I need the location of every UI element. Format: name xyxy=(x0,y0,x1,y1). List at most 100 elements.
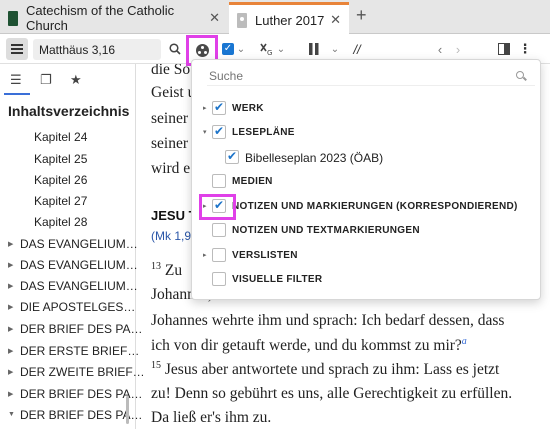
expand-arrow-icon[interactable]: ▶ xyxy=(8,390,13,398)
close-icon[interactable]: ✕ xyxy=(209,10,220,26)
chevron-down-icon[interactable]: ⌄ xyxy=(276,38,286,60)
checkbox-filter-button[interactable]: ✓ xyxy=(220,38,236,60)
text-line: ich von dir getauft werde, und du kommst… xyxy=(151,336,467,355)
more-options-icon[interactable]: ⋮ xyxy=(519,38,532,60)
text-line: wird e xyxy=(151,160,191,177)
section-heading: JESU T xyxy=(151,208,197,223)
collapse-arrow-icon[interactable]: ▼ xyxy=(8,411,15,418)
tab-luther-2017[interactable]: Luther 2017 ✕ xyxy=(229,2,349,35)
filter-search-input[interactable] xyxy=(207,67,535,86)
menu-button[interactable] xyxy=(6,38,28,60)
text-line: Da ließ er's ihm zu. xyxy=(151,409,272,426)
highlight-marker xyxy=(199,194,236,220)
parallel-reference-link[interactable]: (Mk 1,9 xyxy=(151,229,191,243)
toc-title: Inhaltsverzeichnis xyxy=(8,103,130,119)
text-line: Geist u xyxy=(151,84,196,101)
copy-tab-icon[interactable]: ❐ xyxy=(40,72,52,88)
filter-label: VERSLISTEN xyxy=(232,250,298,261)
filter-label: Bibelleseplan 2023 (ÖAB) xyxy=(245,151,384,165)
filter-label: VISUELLE FILTER xyxy=(232,274,323,285)
verse-number: 15 xyxy=(151,360,161,371)
checkbox[interactable] xyxy=(212,248,226,262)
checkbox[interactable] xyxy=(212,174,226,188)
tab-catechism[interactable]: Catechism of the Catholic Church ✕ xyxy=(0,2,228,34)
text-line: die So xyxy=(151,64,191,78)
chevron-right-icon[interactable]: › xyxy=(452,38,464,60)
toc-item[interactable]: DAS EVANGELIUM… xyxy=(20,279,138,293)
footnote-marker[interactable]: a xyxy=(462,336,467,347)
search-icon xyxy=(516,71,524,79)
filter-label: NOTIZEN UND TEXTMARKIERUNGEN xyxy=(232,225,420,236)
filter-row-medien[interactable]: MEDIEN xyxy=(192,172,542,192)
svg-text:G: G xyxy=(267,49,272,56)
verse-text: Jesus aber antwortete und sprach zu ihm:… xyxy=(164,361,500,379)
visual-filters-dropdown: ▸ WERK ▾ LESEPLÄNE Bibelleseplan 2023 (Ö… xyxy=(191,59,541,300)
text-line: Johannes wehrte ihm und sprach: Ich beda… xyxy=(151,312,505,329)
chevron-down-icon[interactable]: ⌄ xyxy=(330,38,340,60)
chevron-down-icon[interactable]: ⌄ xyxy=(236,38,246,60)
toc-item[interactable]: Kapitel 24 xyxy=(34,130,87,144)
checkbox[interactable] xyxy=(225,149,239,164)
parallel-button[interactable]: // xyxy=(350,38,364,60)
verse-13: 13 Zu xyxy=(151,261,182,280)
filter-row-verslisten[interactable]: ▸ VERSLISTEN xyxy=(192,246,542,266)
collapse-arrow-icon[interactable]: ▾ xyxy=(203,128,207,136)
expand-arrow-icon[interactable]: ▶ xyxy=(8,347,13,355)
toc-item[interactable]: Kapitel 25 xyxy=(34,152,87,166)
tab-label: Catechism of the Catholic Church xyxy=(26,3,175,33)
expand-arrow-icon[interactable]: ▶ xyxy=(8,325,13,333)
close-icon[interactable]: ✕ xyxy=(330,12,341,28)
expand-arrow-icon[interactable]: ▸ xyxy=(203,251,207,259)
search-icon[interactable] xyxy=(167,38,183,60)
pause-icon[interactable] xyxy=(306,38,322,60)
toc-tab-icon[interactable]: ☰ xyxy=(10,72,22,88)
expand-arrow-icon[interactable]: ▶ xyxy=(8,261,13,269)
toc-item[interactable]: Kapitel 27 xyxy=(34,194,87,208)
filter-row-notizen-textmarkierungen[interactable]: NOTIZEN UND TEXTMARKIERUNGEN xyxy=(192,221,542,241)
checkbox[interactable] xyxy=(212,124,226,139)
checkbox[interactable] xyxy=(212,223,226,237)
scrollbar[interactable] xyxy=(126,396,129,424)
book-icon xyxy=(8,10,18,26)
verse-text: ich von dir getauft werde, und du kommst… xyxy=(151,337,462,355)
verse-text: Zu xyxy=(164,262,183,280)
toc-item[interactable]: DER ERSTE BRIEF… xyxy=(20,344,139,358)
checkbox[interactable] xyxy=(212,272,226,286)
toc-item[interactable]: DAS EVANGELIUM… xyxy=(20,237,138,251)
filter-label: NOTIZEN UND MARKIERUNGEN (KORRESPONDIERE… xyxy=(232,201,518,212)
filter-row-lesepläne[interactable]: ▾ LESEPLÄNE xyxy=(192,123,542,143)
filter-row-notizen-korrespondierend[interactable]: ▸ NOTIZEN UND MARKIERUNGEN (KORRESPONDIE… xyxy=(192,197,542,217)
tab-label: Luther 2017 xyxy=(255,12,325,28)
text-line: seiner xyxy=(151,110,189,127)
panel-layout-icon[interactable] xyxy=(497,38,511,60)
expand-arrow-icon[interactable]: ▶ xyxy=(8,282,13,290)
toc-item[interactable]: DER BRIEF DES PA… xyxy=(20,408,142,422)
new-tab-button[interactable]: + xyxy=(356,5,367,26)
toc-item[interactable]: Kapitel 28 xyxy=(34,215,87,229)
hamburger-icon xyxy=(11,44,23,54)
toc-item[interactable]: DIE APOSTELGES… xyxy=(20,300,135,314)
reference-input[interactable] xyxy=(33,39,161,60)
filter-row-werk[interactable]: ▸ WERK xyxy=(192,99,542,119)
expand-arrow-icon[interactable]: ▶ xyxy=(8,368,13,376)
filter-row-bibelleseplan[interactable]: Bibelleseplan 2023 (ÖAB) xyxy=(192,148,542,168)
text-line: zu! Denn so gebührt es uns, alle Gerecht… xyxy=(151,385,513,402)
left-panel-tabs: ☰ ❐ ★ xyxy=(0,64,135,96)
filter-row-visuelle-filter[interactable]: VISUELLE FILTER xyxy=(192,270,542,290)
toc-item[interactable]: DAS EVANGELIUM… xyxy=(20,258,138,272)
expand-arrow-icon[interactable]: ▸ xyxy=(203,104,207,112)
toc-item[interactable]: DER BRIEF DES PA… xyxy=(20,387,142,401)
expand-arrow-icon[interactable]: ▶ xyxy=(8,303,13,311)
filter-label: MEDIEN xyxy=(232,176,273,187)
checkbox[interactable] xyxy=(212,100,226,115)
left-panel: ☰ ❐ ★ Inhaltsverzeichnis Kapitel 24 Kapi… xyxy=(0,64,145,429)
tab-bar: Catechism of the Catholic Church ✕ Luthe… xyxy=(0,0,550,35)
star-tab-icon[interactable]: ★ xyxy=(70,72,82,88)
toc-item[interactable]: Kapitel 26 xyxy=(34,173,87,187)
strong-numbers-icon[interactable]: G xyxy=(258,38,276,60)
filter-label: LESEPLÄNE xyxy=(232,127,295,138)
toc-item[interactable]: DER BRIEF DES PA… xyxy=(20,322,142,336)
chevron-left-icon[interactable]: ‹ xyxy=(434,38,446,60)
toc-item[interactable]: DER ZWEITE BRIEF… xyxy=(20,365,145,379)
expand-arrow-icon[interactable]: ▶ xyxy=(8,240,13,248)
